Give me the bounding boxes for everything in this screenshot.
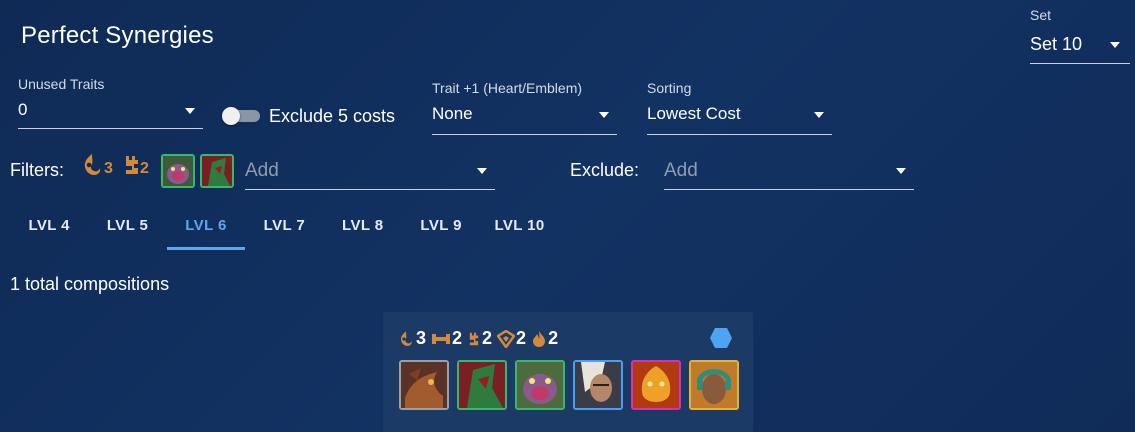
toggle-knob <box>222 107 240 125</box>
champion-slot[interactable] <box>573 360 623 410</box>
filter-champion-chip[interactable] <box>200 154 234 188</box>
champion-portrait-green-hooded <box>202 156 232 186</box>
champion-portrait-brown-dragon <box>401 362 447 408</box>
champion-slot[interactable] <box>457 360 507 410</box>
filters-label: Filters: <box>10 160 64 180</box>
composition-trait: 2 <box>497 328 526 349</box>
bruiser-trait-icon <box>469 332 479 345</box>
champion-portrait-fire-beast <box>633 362 679 408</box>
filter-trait-count: 3 <box>104 160 113 177</box>
composition-trait: 2 <box>431 328 462 349</box>
filter-trait-count: 2 <box>140 160 149 177</box>
set-select[interactable]: Set 10 <box>1030 30 1130 64</box>
composition-trait: 2 <box>531 328 558 349</box>
composition-trait-count: 2 <box>452 328 463 348</box>
total-compositions: 1 total compositions <box>10 274 170 294</box>
unused-traits-value: 0 <box>18 100 28 119</box>
sorting-value: Lowest Cost <box>647 104 741 123</box>
champion-slot[interactable] <box>515 360 565 410</box>
champion-portrait-green-hooded <box>459 362 505 408</box>
composition-trait-count: 3 <box>416 328 427 348</box>
composition-traits: 3 2 2 2 2 <box>397 328 558 349</box>
shield-trait-icon <box>497 329 516 348</box>
trait-plus-select[interactable]: None <box>432 100 617 135</box>
level-tabs: LVL 4 LVL 5 LVL 6 LVL 7 LVL 8 LVL 9 LVL … <box>10 204 559 250</box>
chevron-down-icon <box>814 112 824 118</box>
crowd-diver-trait-icon <box>401 330 412 346</box>
set-select-value: Set 10 <box>1030 34 1083 54</box>
chevron-down-icon <box>477 168 487 174</box>
champion-portrait-gold-dj <box>691 362 737 408</box>
exclude-5-costs-toggle[interactable] <box>222 107 260 125</box>
exclude-5-costs-label: Exclude 5 costs <box>269 106 396 126</box>
trait-plus-value: None <box>432 104 473 123</box>
tab-lvl-6[interactable]: LVL 6 <box>166 204 246 250</box>
chevron-down-icon <box>599 112 609 118</box>
champion-portrait-green-beast <box>163 156 193 186</box>
composition-trait: 2 <box>467 328 492 349</box>
champion-portrait-blue-fighter <box>575 362 621 408</box>
exclude-add-placeholder: Add <box>664 160 698 181</box>
unused-traits-select[interactable]: 0 <box>18 96 203 129</box>
composition-champions <box>399 360 739 410</box>
champion-portrait-green-beast <box>517 362 563 408</box>
hexagon-icon[interactable] <box>709 327 733 349</box>
set-label: Set <box>1030 7 1052 23</box>
sorting-label: Sorting <box>647 80 692 96</box>
chevron-down-icon <box>185 108 195 114</box>
exclude-label: Exclude: <box>570 160 640 180</box>
tab-lvl-7[interactable]: LVL 7 <box>245 204 323 250</box>
dumbbell-trait-icon <box>432 333 451 344</box>
chevron-down-icon <box>1110 42 1120 48</box>
page-title: Perfect Synergies <box>21 22 214 49</box>
composition-trait: 3 <box>397 328 426 349</box>
exclude-add-select[interactable]: Add <box>664 154 914 190</box>
tab-lvl-8[interactable]: LVL 8 <box>324 204 402 250</box>
composition-card[interactable]: 3 2 2 2 2 <box>383 312 753 432</box>
filter-champion-chip[interactable] <box>161 154 195 188</box>
tab-lvl-5[interactable]: LVL 5 <box>88 204 166 250</box>
composition-trait-count: 2 <box>548 328 559 348</box>
chevron-down-icon <box>896 168 906 174</box>
flame-trait-icon <box>533 330 546 347</box>
champion-slot[interactable] <box>399 360 449 410</box>
trait-plus-label: Trait +1 (Heart/Emblem) <box>432 80 583 96</box>
filter-trait-chip[interactable]: 2 <box>124 152 149 178</box>
filter-add-select[interactable]: Add <box>245 154 495 190</box>
crowd-diver-trait-icon <box>84 154 101 175</box>
filter-add-placeholder: Add <box>245 160 279 181</box>
filter-trait-chip[interactable]: 3 <box>80 152 113 178</box>
champion-slot[interactable] <box>631 360 681 410</box>
bruiser-trait-icon <box>126 156 138 174</box>
unused-traits-label: Unused Traits <box>18 76 105 92</box>
tab-lvl-4[interactable]: LVL 4 <box>10 204 88 250</box>
sorting-select[interactable]: Lowest Cost <box>647 100 832 135</box>
tab-lvl-9[interactable]: LVL 9 <box>402 204 480 250</box>
tab-lvl-10[interactable]: LVL 10 <box>480 204 558 250</box>
composition-trait-count: 2 <box>482 328 493 348</box>
composition-trait-count: 2 <box>516 328 527 348</box>
champion-slot[interactable] <box>689 360 739 410</box>
